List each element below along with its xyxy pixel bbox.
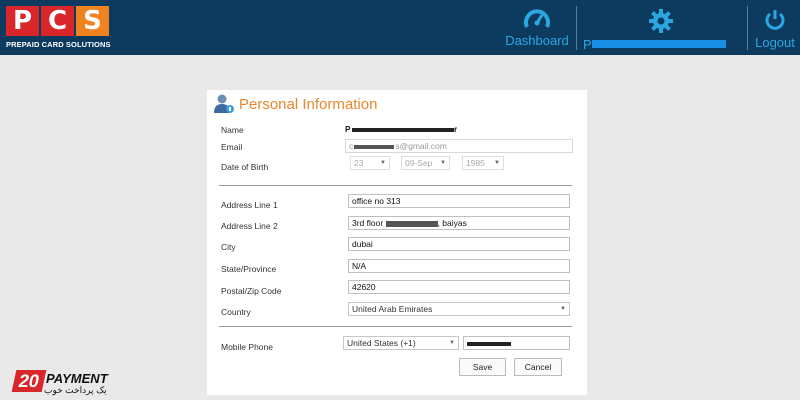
top-navigation-bar: P C S PREPAID CARD SOLUTIONS Dashboard P…	[0, 0, 800, 55]
badge-subtitle: یک پرداخت خوب	[44, 385, 107, 395]
country-select[interactable]: United Arab Emirates ▼	[348, 302, 570, 316]
zip-input[interactable]: 42620	[348, 280, 570, 294]
pcs-logo[interactable]: P C S PREPAID CARD SOLUTIONS	[6, 6, 110, 50]
speedometer-icon	[524, 9, 550, 28]
logo-letters: P C S	[6, 6, 110, 36]
phone-country-select[interactable]: United States (+1) ▼	[343, 336, 459, 350]
card-header: Personal Information	[213, 92, 377, 116]
address-line-1-label: Address Line 1	[221, 200, 278, 210]
dob-year-select[interactable]: 1985 ▼	[462, 156, 504, 170]
email-label: Email	[221, 142, 243, 152]
chevron-down-icon: ▼	[494, 160, 500, 166]
email-value-end: s@gmail.com	[395, 141, 447, 151]
redacted-profile-name	[592, 40, 726, 48]
chevron-down-icon: ▼	[440, 160, 446, 166]
email-field[interactable]: c s@gmail.com	[345, 139, 573, 153]
redacted-name	[352, 128, 454, 132]
nav-logout[interactable]: Logout	[750, 0, 800, 55]
personal-information-card: Personal Information Name P r Email c s@g…	[207, 90, 587, 395]
mobile-phone-input[interactable]	[463, 336, 570, 350]
nav-dashboard[interactable]: Dashboard	[500, 0, 574, 55]
country-label: Country	[221, 307, 251, 317]
phone-country-value: United States (+1)	[347, 338, 416, 348]
email-value-start: c	[349, 141, 354, 151]
chevron-down-icon: ▼	[560, 306, 566, 312]
dob-month-select[interactable]: 09-Sep ▼	[401, 156, 450, 170]
redacted-address	[385, 220, 438, 227]
section-divider	[219, 185, 572, 186]
nav-logout-label: Logout	[755, 35, 795, 50]
nav-dashboard-label: Dashboard	[505, 33, 569, 48]
nav-divider	[747, 6, 748, 50]
address-line-2-start: 3rd floor	[352, 218, 384, 228]
nav-profile[interactable]: P	[578, 0, 744, 55]
chevron-down-icon: ▼	[449, 340, 455, 346]
logo-letter-s: S	[76, 6, 109, 36]
name-value-start: P	[345, 125, 351, 134]
address-line-2-end: , baiyas	[437, 218, 467, 228]
badge-number: 20	[11, 370, 47, 392]
dob-year-value: 1985	[466, 158, 485, 168]
section-divider	[219, 326, 572, 327]
redacted-email	[354, 144, 395, 149]
country-value: United Arab Emirates	[352, 304, 433, 314]
badge-word: PAYMENT	[46, 371, 108, 386]
logo-letter-c: C	[41, 6, 74, 36]
logo-letter-p: P	[6, 6, 39, 36]
chevron-down-icon: ▼	[380, 160, 386, 166]
name-value-end: r	[454, 125, 458, 134]
user-icon	[214, 94, 234, 113]
nav-divider	[576, 6, 577, 50]
dob-day-value: 23	[354, 158, 364, 168]
power-icon	[765, 10, 785, 30]
address-line-2-label: Address Line 2	[221, 221, 278, 231]
mobile-phone-label: Mobile Phone	[221, 342, 273, 352]
20payment-logo: 20 PAYMENT یک پرداخت خوب	[8, 368, 108, 396]
city-input[interactable]: dubai	[348, 237, 570, 251]
redacted-phone	[467, 341, 511, 346]
state-input[interactable]: N/A	[348, 259, 570, 273]
dob-month-value: 09-Sep	[405, 158, 433, 168]
dob-label: Date of Birth	[221, 162, 269, 172]
dob-day-select[interactable]: 23 ▼	[350, 156, 390, 170]
zip-label: Postal/Zip Code	[221, 286, 282, 296]
card-title: Personal Information	[239, 95, 378, 113]
address-line-1-input[interactable]: office no 313	[348, 194, 570, 208]
name-label: Name	[221, 125, 244, 135]
logo-tagline: PREPAID CARD SOLUTIONS	[6, 40, 111, 49]
cancel-button[interactable]: Cancel	[514, 358, 562, 376]
city-label: City	[221, 242, 236, 252]
gear-icon	[649, 9, 673, 33]
state-label: State/Province	[221, 264, 277, 274]
address-line-2-input[interactable]: 3rd floor , baiyas	[348, 216, 570, 230]
save-button[interactable]: Save	[459, 358, 506, 376]
